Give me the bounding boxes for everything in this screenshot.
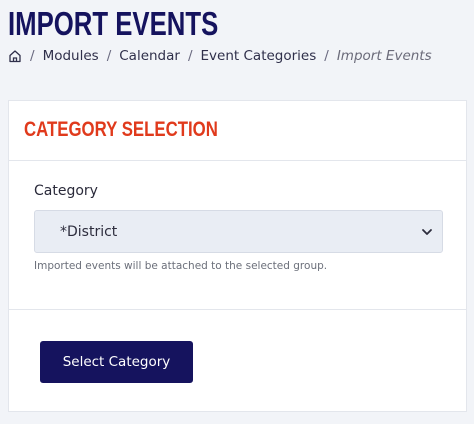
card-header: CATEGORY SELECTION	[9, 101, 466, 161]
home-icon[interactable]	[8, 49, 22, 63]
breadcrumb-item-current: Import Events	[336, 48, 432, 64]
breadcrumb-separator: /	[324, 48, 329, 64]
card-footer: Select Category	[9, 310, 466, 411]
select-category-button[interactable]: Select Category	[40, 341, 193, 383]
category-selection-card: CATEGORY SELECTION Category *District Im…	[8, 100, 467, 412]
chevron-down-icon	[420, 225, 434, 239]
card-body: Category *District Imported events will …	[9, 161, 466, 310]
breadcrumb-separator: /	[30, 48, 35, 64]
breadcrumb: / Modules / Calendar / Event Categories …	[8, 45, 432, 67]
category-select[interactable]: *District	[34, 210, 443, 253]
breadcrumb-item-event-categories[interactable]: Event Categories	[201, 48, 317, 64]
category-help-text: Imported events will be attached to the …	[34, 260, 328, 272]
category-label: Category	[34, 183, 98, 199]
breadcrumb-separator: /	[187, 48, 193, 64]
breadcrumb-item-calendar[interactable]: Calendar	[119, 48, 180, 64]
page-title: IMPORT EVENTS	[8, 5, 219, 42]
breadcrumb-separator: /	[106, 48, 112, 64]
breadcrumb-item-modules[interactable]: Modules	[43, 48, 99, 64]
category-select-value: *District	[60, 223, 118, 240]
card-title: CATEGORY SELECTION	[24, 118, 218, 141]
